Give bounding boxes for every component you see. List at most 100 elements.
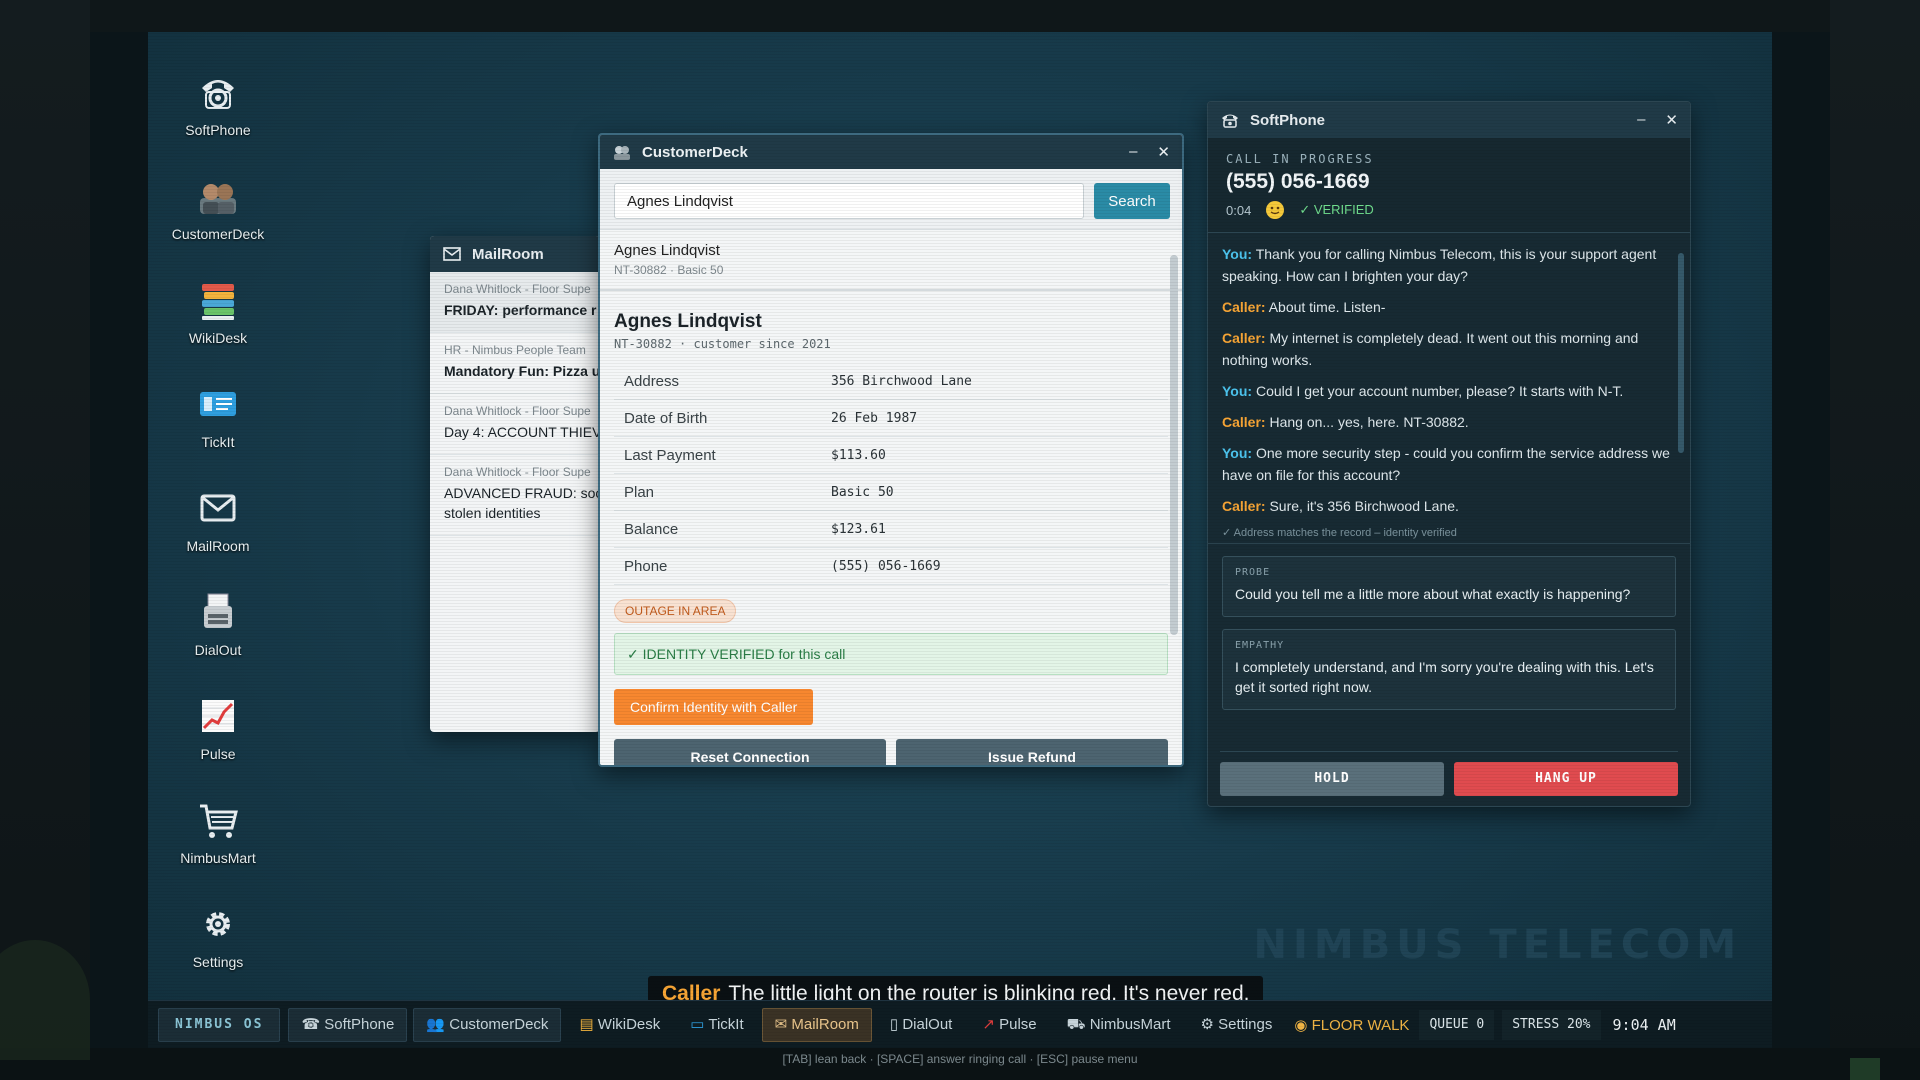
taskbar-item-settings[interactable]: ⚙ Settings <box>1189 1009 1285 1041</box>
line-text: Sure, it's 356 Birchwood Lane. <box>1265 498 1459 514</box>
call-transcript[interactable]: You: Thank you for calling Nimbus Teleco… <box>1208 233 1690 544</box>
transcript-line: Caller: Sure, it's 356 Birchwood Lane. <box>1222 495 1676 517</box>
reset-connection-button[interactable]: Reset Connection <box>614 739 886 765</box>
monitor-screen: NIMBUS TELECOM SoftPhone CustomerDeck Wi… <box>148 32 1772 1048</box>
transcript-line: You: Could I get your account number, pl… <box>1222 380 1676 402</box>
gear-icon <box>206 912 230 936</box>
action-buttons: Reset Connection Issue Refund <box>614 739 1168 765</box>
field-row: Phone (555) 056-1669 <box>614 547 1168 585</box>
desktop-icon-customerdeck[interactable]: CustomerDeck <box>148 172 288 242</box>
window-title: MailRoom <box>472 245 544 263</box>
desktop-icon-softphone[interactable]: SoftPhone <box>148 68 288 138</box>
customerdeck-titlebar[interactable]: CustomerDeck – ✕ <box>600 135 1182 169</box>
desktop-icon-dialout[interactable]: DialOut <box>148 588 288 658</box>
clock: 9:04 AM <box>1612 1016 1676 1034</box>
desktop-icon-wikidesk[interactable]: WikiDesk <box>148 276 288 346</box>
close-button[interactable]: ✕ <box>1665 111 1678 129</box>
call-timer: 0:04 <box>1226 202 1252 218</box>
taskbar-item-tickit[interactable]: ▭ TickIt <box>678 1009 755 1041</box>
confirm-identity-button[interactable]: Confirm Identity with Caller <box>614 689 814 725</box>
desktop-icon-label: MailRoom <box>186 538 250 554</box>
identity-verified-banner: ✓ IDENTITY VERIFIED for this call <box>614 633 1168 675</box>
close-button[interactable]: ✕ <box>1157 143 1170 161</box>
field-key: Last Payment <box>614 436 830 474</box>
field-key: Balance <box>614 510 830 548</box>
desktop-icon-label: CustomerDeck <box>171 226 265 242</box>
taskbar-item-nimbusmart[interactable]: ⛟ NimbusMart <box>1055 1009 1183 1041</box>
customer-search-bar: Search <box>600 169 1182 230</box>
taskbar: NIMBUS OS ☎ SoftPhone 👥 CustomerDeck ▤ W… <box>148 1000 1772 1048</box>
field-value: (555) 056-1669 <box>830 547 1168 585</box>
customers-icon <box>200 184 236 214</box>
field-value: 26 Feb 1987 <box>830 399 1168 437</box>
mail-item[interactable]: HR - Nimbus People Team Mandatory Fun: P… <box>430 333 600 394</box>
issue-refund-button[interactable]: Issue Refund <box>896 739 1168 765</box>
minimize-button[interactable]: – <box>1129 143 1137 161</box>
field-key: Date of Birth <box>614 399 830 437</box>
response-tag: PROBE <box>1235 567 1271 578</box>
search-result-item[interactable]: Agnes Lindqvist NT-30882 · Basic 50 <box>600 230 1182 291</box>
taskbar-item-mailroom[interactable]: ✉ MailRoom <box>761 1008 872 1042</box>
taskbar-item-label: TickIt <box>708 1016 744 1033</box>
taskbar-item-softphone[interactable]: ☎ SoftPhone <box>288 1008 408 1042</box>
chart-icon: ↗ <box>982 1016 1000 1033</box>
desktop-icon-tickit[interactable]: TickIt <box>148 380 288 450</box>
field-row: Plan Basic 50 <box>614 473 1168 511</box>
mail-item[interactable]: Dana Whitlock - Floor Supe ADVANCED FRAU… <box>430 455 600 536</box>
customer-search-input[interactable] <box>614 183 1084 219</box>
floor-walk-indicator[interactable]: ◉ FLOOR WALK <box>1294 1016 1409 1034</box>
desktop-icon-settings[interactable]: Settings <box>148 900 288 970</box>
mail-item[interactable]: Dana Whitlock - Floor Supe FRIDAY: perfo… <box>430 272 600 333</box>
desktop-icon-nimbusmart[interactable]: NimbusMart <box>148 796 288 866</box>
transcript-line: You: One more security step - could you … <box>1222 442 1676 486</box>
scrollbar[interactable] <box>1678 253 1684 453</box>
cart-icon: ⛟ <box>1066 1016 1090 1033</box>
mail-icon <box>443 247 461 261</box>
result-subtitle: NT-30882 · Basic 50 <box>614 263 724 277</box>
transcript-line: Caller: My internet is completely dead. … <box>1222 327 1676 371</box>
softphone-titlebar[interactable]: SoftPhone – ✕ <box>1208 102 1690 138</box>
taskbar-item-wikidesk[interactable]: ▤ WikiDesk <box>567 1009 672 1041</box>
response-tag: EMPATHY <box>1235 640 1285 651</box>
softphone-window: SoftPhone – ✕ CALL IN PROGRESS (555) 056… <box>1207 101 1691 807</box>
taskbar-item-label: NimbusMart <box>1089 1016 1171 1033</box>
mail-icon <box>200 494 236 522</box>
taskbar-item-pulse[interactable]: ↗ Pulse <box>970 1009 1048 1041</box>
desktop-icon-mailroom[interactable]: MailRoom <box>148 484 288 554</box>
response-option-empathy[interactable]: EMPATHY I completely understand, and I'm… <box>1222 629 1676 710</box>
fax-icon: ▯ <box>889 1016 903 1033</box>
queue-counter: QUEUE 0 <box>1419 1010 1495 1040</box>
mailroom-titlebar[interactable]: MailRoom <box>430 236 600 272</box>
desktop-icon-pulse[interactable]: Pulse <box>148 692 288 762</box>
os-start-button[interactable]: NIMBUS OS <box>158 1008 281 1042</box>
window-title: SoftPhone <box>1250 111 1325 129</box>
stress-meter: STRESS 20% <box>1502 1010 1601 1040</box>
customer-fields-table: Address 356 Birchwood Lane Date of Birth 2… <box>614 363 1168 585</box>
field-value: $113.60 <box>830 436 1168 474</box>
desktop-icon-label: Pulse <box>200 746 236 762</box>
response-option-probe[interactable]: PROBE Could you tell me a little more ab… <box>1222 556 1676 617</box>
desktop-icon-label: TickIt <box>201 434 235 450</box>
mail-item[interactable]: Dana Whitlock - Floor Supe Day 4: ACCOUN… <box>430 394 600 455</box>
minimize-button[interactable]: – <box>1637 111 1645 129</box>
speaker-label: Caller: <box>1222 330 1266 346</box>
transcript-line: Caller: About time. Listen- <box>1222 296 1676 318</box>
ticket-icon <box>200 392 236 416</box>
line-text: Could I get your account number, please?… <box>1252 383 1624 399</box>
field-value: Basic 50 <box>830 473 1168 511</box>
field-row: Last Payment $113.60 <box>614 436 1168 474</box>
taskbar-item-dialout[interactable]: ▯ DialOut <box>878 1009 964 1041</box>
books-icon: ▤ <box>579 1016 598 1033</box>
customers-icon <box>614 146 630 160</box>
desktop-icon-label: Settings <box>192 954 244 970</box>
speaker-label: You: <box>1222 445 1253 461</box>
scrollbar[interactable] <box>1170 255 1178 635</box>
hang-up-button[interactable]: HANG UP <box>1454 762 1678 796</box>
taskbar-item-label: CustomerDeck <box>449 1016 549 1033</box>
phone-icon <box>202 80 234 109</box>
hold-button[interactable]: HOLD <box>1220 762 1444 796</box>
brand-watermark: NIMBUS TELECOM <box>1253 922 1742 968</box>
result-name: Agnes Lindqvist <box>614 242 720 259</box>
taskbar-item-customerdeck[interactable]: 👥 CustomerDeck <box>413 1008 562 1042</box>
search-button[interactable]: Search <box>1094 183 1170 219</box>
